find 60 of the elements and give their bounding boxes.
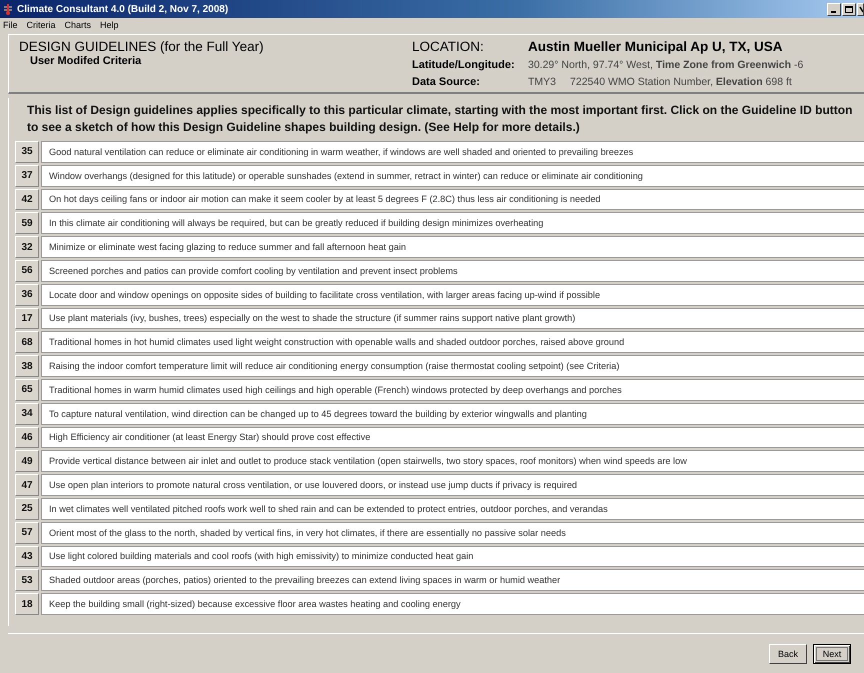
guideline-text: To capture natural ventilation, wind direction can be changed up to 45 degrees toward the building by exterior wingwalls and planting: [41, 402, 864, 425]
guideline-id-button[interactable]: 25: [15, 498, 39, 520]
guideline-text: Traditional homes in hot humid climates used light weight construction with openable walls and shaded outdoor porches, raised above ground: [41, 331, 864, 354]
guideline-id-button[interactable]: 37: [15, 164, 39, 187]
guideline-id-button[interactable]: 46: [15, 426, 39, 448]
guideline-text: In this climate air conditioning will always be required, but can be greatly reduced if building design minimizes overheating: [41, 212, 864, 234]
minimize-icon[interactable]: [827, 2, 841, 16]
menu-item[interactable]: Criteria: [26, 20, 56, 30]
guideline-id-button[interactable]: 34: [15, 402, 39, 425]
guideline-id-button[interactable]: 43: [15, 546, 39, 568]
guideline-text: Orient most of the glass to the north, shaded by vertical fins, in very hot climates, if there are essentially no passive solar needs: [41, 522, 864, 544]
guideline-text: Use plant materials (ivy, bushes, trees) especially on the west to shade the structure (if summer rains support native plant growth): [41, 308, 864, 330]
guideline-text: Use open plan interiors to promote natural cross ventilation, or use louvered doors, or instead use jump ducts if privacy is required: [41, 474, 864, 496]
guideline-id-button[interactable]: 47: [15, 474, 39, 496]
guideline-id-button[interactable]: 59: [15, 212, 39, 234]
guideline-id-button[interactable]: 49: [15, 450, 39, 472]
menu-item[interactable]: File: [3, 20, 18, 30]
page-subtitle: User Modifed Criteria: [30, 55, 142, 67]
guideline-text: Minimize or eliminate west facing glazing to reduce summer and fall afternoon heat gain: [41, 236, 864, 258]
maximize-icon[interactable]: [842, 2, 856, 16]
guideline-text: In wet climates well ventilated pitched roofs work well to shed rain and can be extended to protect entries, outdoor porches, and verandas: [41, 498, 864, 520]
guideline-text: Screened porches and patios can provide comfort cooling by ventilation and prevent insect problems: [41, 260, 864, 282]
guideline-text: Use light colored building materials and cool roofs (with high emissivity) to minimize conducted heat gain: [41, 546, 864, 568]
guideline-text: Good natural ventilation can reduce or eliminate air conditioning in warm weather, if windows are well shaded and oriented to prevailing breezes: [41, 141, 864, 163]
guideline-text: Raising the indoor comfort temperature limit will reduce air conditioning energy consumption (raise thermostat cooling setpoint) (see Criteria): [41, 355, 864, 377]
guideline-text: High Efficiency air conditioner (at least Energy Star) should prove cost effective: [41, 426, 864, 448]
guideline-text: Locate door and window openings on opposite sides of building to facilitate cross ventilation, with larger areas facing up-wind if possible: [41, 284, 864, 306]
guideline-id-button[interactable]: 65: [15, 378, 39, 401]
source-label: Data Source:: [412, 76, 481, 88]
latlong-value: 30.29° North, 97.74° West, Time Zone from Greenwich -6: [528, 59, 804, 71]
guideline-id-button[interactable]: 57: [15, 522, 39, 544]
latlong-label: Latitude/Longitude:: [412, 59, 516, 71]
guideline-id-button[interactable]: 32: [15, 236, 39, 258]
guideline-id-button[interactable]: 53: [15, 569, 39, 592]
guideline-id-button[interactable]: 36: [15, 284, 39, 306]
location-label: LOCATION:: [412, 39, 485, 54]
guideline-text: Traditional homes in warm humid climates used high ceilings and high operable (French) windows protected by deep overhangs and porches: [41, 378, 864, 401]
guideline-id-button[interactable]: 68: [15, 331, 39, 354]
guideline-text: Window overhangs (designed for this latitude) or operable sunshades (extend in summer, retract in winter) can reduce or eliminate air conditioning: [41, 164, 864, 187]
source-value: 722540 WMO Station Number, Elevation 698 ft: [570, 76, 792, 88]
guideline-id-button[interactable]: 38: [15, 355, 39, 377]
intro-text: This list of Design guidelines applies specifically to this particular climate, starting with the most important first. Click on the Guideline ID button to see a sketch of how this Design Guideline shapes building design. (See Help for more details.): [27, 102, 854, 135]
source-type: TMY3: [528, 76, 556, 88]
location-value: Austin Mueller Municipal Ap U, TX, USA: [528, 39, 784, 54]
guideline-text: Keep the building small (right-sized) because excessive floor area wastes heating and cooling energy: [41, 593, 864, 615]
menu-item[interactable]: Charts: [64, 20, 92, 30]
guideline-id-button[interactable]: 56: [15, 260, 39, 282]
guideline-text: Provide vertical distance between air inlet and outlet to produce stack ventilation (open stairwells, two story spaces, roof monitors) when wind speeds are low: [41, 450, 864, 472]
guideline-id-button[interactable]: 18: [15, 593, 39, 615]
nav-button[interactable]: Back: [769, 644, 807, 664]
window-title: Climate Consultant 4.0 (Build 2, Nov 7, 2008): [17, 4, 228, 14]
nav-button[interactable]: Next: [813, 644, 851, 664]
menu-item[interactable]: Help: [100, 20, 119, 30]
guideline-id-button[interactable]: 17: [15, 308, 39, 330]
guideline-id-button[interactable]: 35: [15, 141, 39, 163]
app-icon: [3, 3, 13, 15]
guideline-text: On hot days ceiling fans or indoor air motion can make it seem cooler by at least 5 degrees F (2.8C) thus less air conditioning is needed: [41, 188, 864, 210]
guideline-id-button[interactable]: 42: [15, 188, 39, 210]
guideline-text: Shaded outdoor areas (porches, patios) oriented to the prevailing breezes can extend living spaces in warm or humid weather: [41, 569, 864, 592]
page-title: DESIGN GUIDELINES (for the Full Year): [19, 39, 265, 54]
